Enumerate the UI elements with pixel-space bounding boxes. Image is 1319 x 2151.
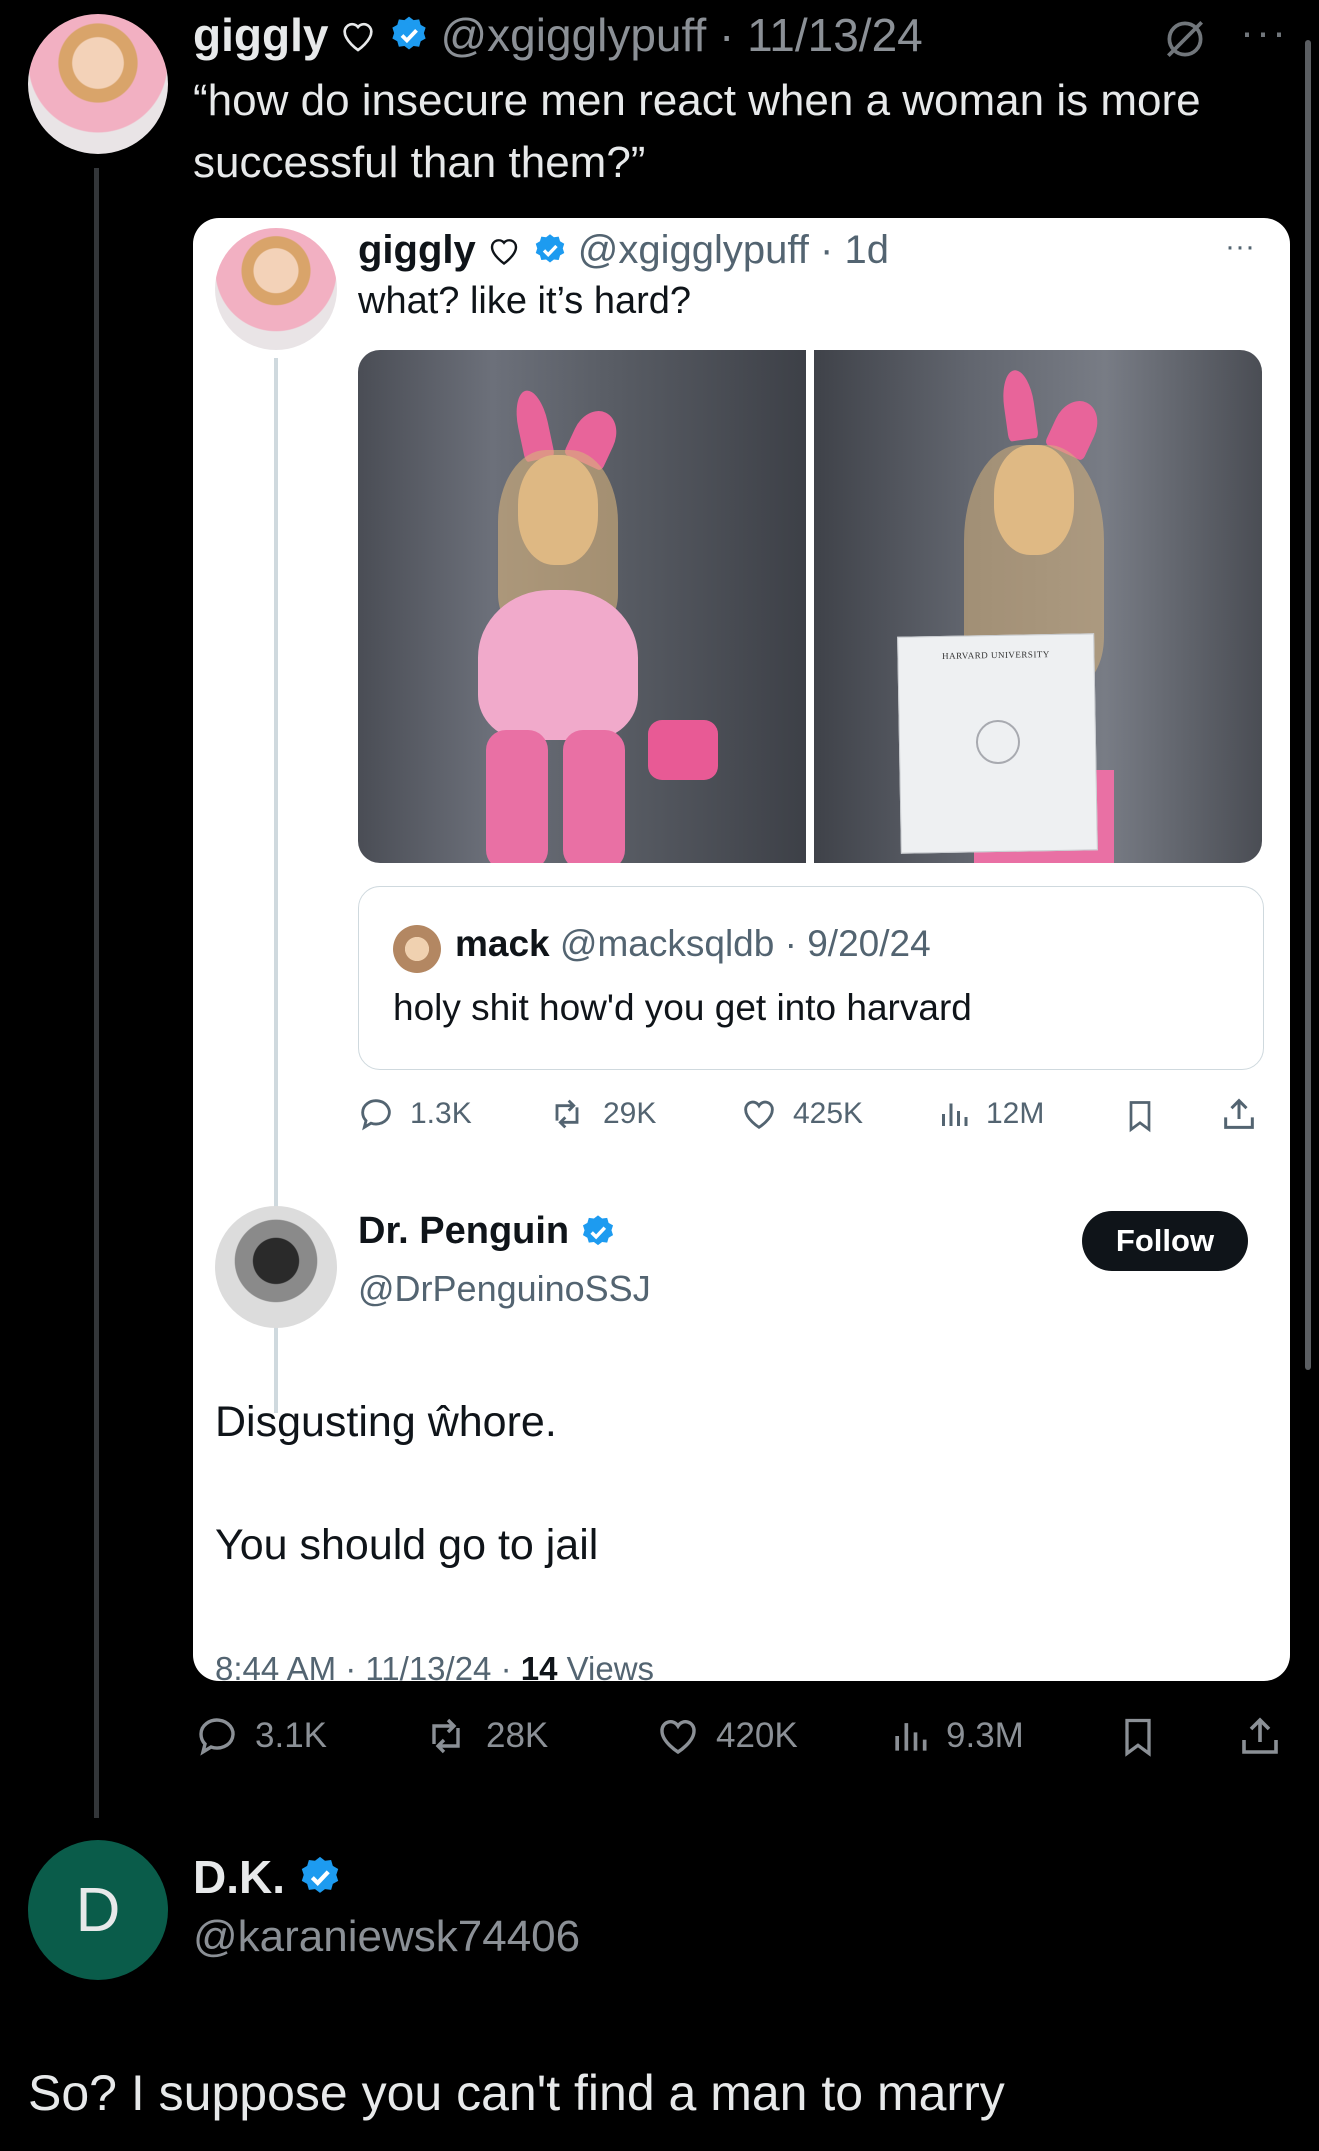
reply-count: 3.1K bbox=[255, 1716, 327, 1755]
grok-slash-icon[interactable] bbox=[1160, 14, 1210, 64]
share-icon[interactable] bbox=[1236, 1712, 1284, 1760]
inner-tweet-text: what? like it’s hard? bbox=[358, 280, 692, 322]
heart-outline-icon bbox=[490, 239, 517, 265]
mack-avatar[interactable] bbox=[393, 925, 441, 973]
dk-avatar-initial: D bbox=[75, 1875, 121, 1945]
views-bar-icon bbox=[895, 1723, 927, 1751]
quoted-screenshot-card[interactable]: giggly @xgigglypuff · 1d ··· what? like … bbox=[193, 218, 1290, 1681]
views-count: 9.3M bbox=[946, 1716, 1024, 1755]
giggly-avatar[interactable] bbox=[28, 14, 168, 154]
scrollbar[interactable] bbox=[1305, 40, 1311, 1370]
inner-reply-action[interactable]: 1.3K bbox=[356, 1094, 472, 1134]
share-icon[interactable] bbox=[1219, 1094, 1259, 1134]
top-tweet-text: “how do insecure men react when a woman … bbox=[193, 76, 1201, 187]
inner-reply-count: 1.3K bbox=[410, 1097, 472, 1130]
heart-outline-icon bbox=[343, 22, 374, 52]
reply-views-label: Views bbox=[557, 1650, 655, 1681]
like-count: 420K bbox=[716, 1716, 798, 1755]
penguin-avatar[interactable] bbox=[215, 1206, 337, 1328]
reply-icon bbox=[361, 1099, 391, 1131]
repost-icon bbox=[432, 1718, 460, 1754]
diploma: HARVARD UNIVERSITY bbox=[897, 633, 1098, 854]
photo-harvard-diploma[interactable]: HARVARD UNIVERSITY bbox=[814, 350, 1262, 863]
like-action[interactable]: 420K bbox=[654, 1712, 798, 1760]
quoted-header: mack @macksqldb · 9/20/24 bbox=[455, 923, 931, 965]
dk-avatar[interactable]: D bbox=[28, 1840, 168, 1980]
dk-name-row: D.K. bbox=[193, 1850, 343, 1904]
dk-handle: @karaniewsk74406 bbox=[193, 1912, 581, 1961]
bookmark-icon[interactable] bbox=[1116, 1713, 1160, 1761]
penguin-name[interactable]: Dr. Penguin bbox=[358, 1210, 569, 1253]
media-grid[interactable]: HARVARD UNIVERSITY bbox=[358, 350, 1262, 863]
quoted-name[interactable]: mack bbox=[455, 923, 550, 964]
inner-tweet-header: giggly @xgigglypuff · 1d bbox=[358, 222, 889, 278]
dk-name[interactable]: D.K. bbox=[193, 1850, 285, 1904]
reply-action[interactable]: 3.1K bbox=[193, 1712, 327, 1760]
quoted-text: holy shit how'd you get into harvard bbox=[393, 987, 972, 1028]
reply-timestamp[interactable]: 8:44 AM · 11/13/24 · bbox=[215, 1650, 521, 1681]
verified-badge-icon bbox=[301, 1856, 339, 1893]
inner-repost-count: 29K bbox=[603, 1097, 657, 1130]
dk-reply-text: So? I suppose you can't find a man to ma… bbox=[28, 2065, 1005, 2121]
verified-badge-icon bbox=[583, 1214, 614, 1245]
inner-views-count: 12M bbox=[986, 1097, 1045, 1130]
quoted-handle-date: @macksqldb · 9/20/24 bbox=[559, 923, 931, 964]
inner-tweet-name[interactable]: giggly bbox=[358, 228, 476, 273]
views-bar-icon bbox=[942, 1103, 968, 1126]
heart-icon bbox=[744, 1100, 774, 1130]
reply-line-1: Disgusting ŵhore. bbox=[215, 1398, 557, 1446]
inner-giggly-avatar[interactable] bbox=[215, 228, 337, 350]
penguin-handle: @DrPenguinoSSJ bbox=[358, 1268, 651, 1309]
top-tweet-handle-date: @xgigglypuff · 11/13/24 bbox=[440, 9, 923, 61]
top-tweet-name[interactable]: giggly bbox=[193, 8, 328, 62]
bookmark-icon[interactable] bbox=[1122, 1096, 1158, 1136]
follow-button[interactable]: Follow bbox=[1082, 1211, 1248, 1271]
reply-line-2: You should go to jail bbox=[215, 1521, 599, 1569]
more-options-icon[interactable]: ··· bbox=[1240, 8, 1288, 56]
reply-views-count: 14 bbox=[520, 1650, 558, 1681]
repost-action[interactable]: 28K bbox=[420, 1712, 548, 1760]
inner-like-action[interactable]: 425K bbox=[739, 1094, 863, 1134]
heart-icon bbox=[660, 1720, 696, 1755]
repost-icon bbox=[555, 1099, 579, 1129]
diploma-text: HARVARD UNIVERSITY bbox=[941, 649, 1050, 661]
inner-more-icon[interactable]: ··· bbox=[1225, 230, 1255, 264]
verified-badge-icon bbox=[535, 234, 565, 263]
photo-bunny-costume[interactable] bbox=[358, 350, 806, 863]
repost-count: 28K bbox=[486, 1716, 549, 1755]
penguin-name-row: Dr. Penguin bbox=[358, 1210, 617, 1253]
views-action[interactable]: 9.3M bbox=[888, 1712, 1024, 1760]
thread-line bbox=[94, 168, 99, 1818]
inner-repost-action[interactable]: 29K bbox=[545, 1094, 656, 1134]
inner-views-action[interactable]: 12M bbox=[936, 1094, 1044, 1134]
inner-tweet-handle-date: @xgigglypuff · 1d bbox=[577, 227, 889, 272]
reply-icon bbox=[199, 1718, 235, 1756]
quoted-tweet[interactable]: mack @macksqldb · 9/20/24 holy shit how'… bbox=[358, 886, 1264, 1070]
inner-like-count: 425K bbox=[793, 1097, 864, 1130]
top-tweet-header: giggly @xgigglypuff · 11/13/24 bbox=[193, 8, 923, 62]
verified-badge-icon bbox=[392, 16, 427, 50]
reply-meta: 8:44 AM · 11/13/24 · 14 Views bbox=[215, 1650, 654, 1681]
